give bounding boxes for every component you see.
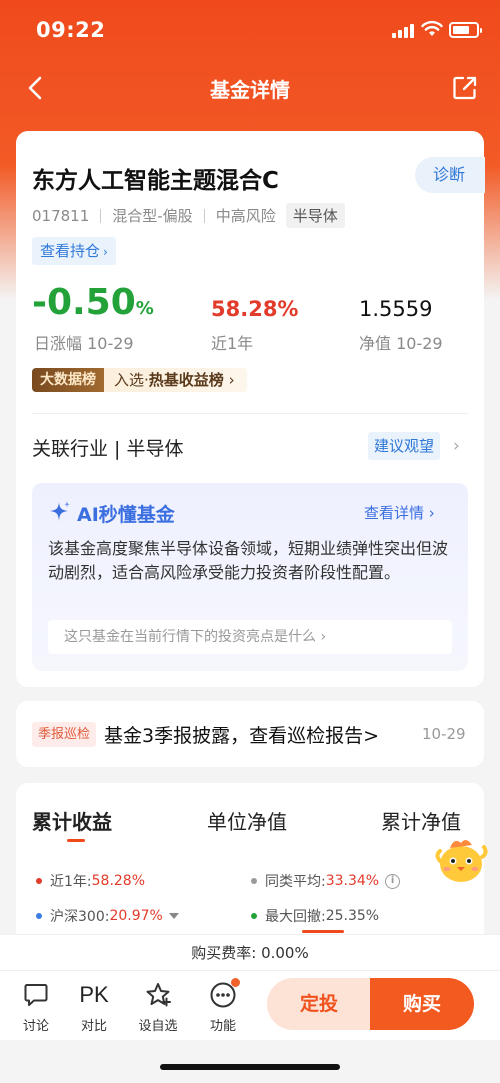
daily-change-number: -0.50	[32, 282, 136, 323]
discussion-button[interactable]: 讨论	[11, 981, 61, 1034]
ai-view-detail-link[interactable]: 查看详情 ›	[364, 502, 435, 523]
ai-question-text: 这只基金在当前行情下的投资亮点是什么	[64, 629, 316, 645]
legend-label: 最大回撤:	[265, 909, 326, 925]
report-date: 10-29	[422, 725, 466, 743]
meta-divider	[100, 208, 102, 223]
status-time: 09:22	[36, 18, 106, 42]
share-icon[interactable]	[452, 75, 478, 101]
ai-title: AI秒懂基金	[77, 504, 175, 526]
legend-dot	[36, 878, 42, 884]
one-year-return-value: 58.28%	[211, 297, 299, 321]
legend-label: 沪深300:	[50, 909, 110, 925]
legend-one-year: 近1年: 58.28%	[36, 871, 145, 891]
battery-icon	[449, 22, 482, 38]
fund-type: 混合型-偏股	[112, 207, 193, 225]
ranking-name: 热基收益榜	[148, 371, 224, 389]
chat-icon	[24, 984, 48, 1006]
auto-invest-button[interactable]: 定投	[267, 978, 371, 1030]
big-data-badge: 大数据榜	[32, 368, 104, 392]
tab-unit-nav[interactable]: 单位净值	[207, 806, 287, 835]
safe-area	[0, 1040, 500, 1083]
legend-peer-average: 同类平均: 33.34% i	[251, 871, 401, 891]
chevron-right-icon: ›	[320, 629, 327, 645]
view-holdings-button[interactable]: 查看持仓 ›	[32, 237, 116, 265]
functions-button[interactable]: 功能	[198, 978, 248, 1034]
tab-cumulative-return[interactable]: 累计收益	[32, 806, 112, 835]
signal-icon	[392, 24, 416, 38]
info-icon[interactable]: i	[385, 873, 401, 889]
legend-value: 33.34%	[325, 873, 380, 889]
fund-name: 东方人工智能主题混合C	[32, 168, 279, 194]
diagnose-button[interactable]: 诊断	[415, 157, 485, 193]
fund-meta: 017811 混合型-偏股 中高风险 半导体	[32, 203, 345, 228]
sparkle-icon	[50, 501, 70, 521]
legend-dot	[251, 913, 257, 919]
daily-change-value: -0.50%	[32, 282, 154, 323]
legend-max-drawdown: 最大回撤: 25.35%	[251, 906, 379, 926]
legend-value: 58.28%	[91, 873, 146, 889]
sector-tag[interactable]: 半导体	[285, 203, 345, 228]
buy-button[interactable]: 购买	[370, 978, 474, 1030]
chevron-right-icon: ›	[103, 245, 108, 259]
legend-label: 近1年:	[50, 874, 92, 890]
fund-risk: 中高风险	[215, 207, 276, 225]
nav-value: 1.5559	[359, 297, 433, 321]
report-tag: 季报巡检	[32, 722, 97, 747]
page-title: 基金详情	[210, 78, 290, 102]
tab-cumulative-nav[interactable]: 累计净值	[381, 806, 461, 835]
meta-divider	[203, 208, 205, 223]
fund-code: 017811	[32, 206, 90, 225]
divider	[32, 413, 468, 414]
pk-icon: PK	[79, 982, 109, 1007]
purchase-fee: 购买费率: 0.00%	[0, 934, 500, 970]
ai-suggested-question[interactable]: 这只基金在当前行情下的投资亮点是什么 ›	[48, 620, 452, 654]
home-indicator	[160, 1064, 340, 1070]
dropdown-arrow-icon[interactable]	[168, 913, 179, 919]
legend-csi300[interactable]: 沪深300: 20.97%	[36, 906, 179, 926]
ranking-banner[interactable]: 大数据榜 入选·热基收益榜 ›	[32, 368, 247, 392]
legend-value: 25.35%	[325, 908, 380, 924]
related-industry[interactable]: 关联行业 | 半导体	[32, 434, 183, 461]
ai-summary-text: 该基金高度聚焦半导体设备领域，短期业绩弹性突出但波动剧烈，适合高风险承受能力投资…	[48, 539, 449, 582]
add-favorite-label: 设自选	[138, 1019, 178, 1034]
compare-label: 对比	[80, 1019, 107, 1034]
legend-value: 20.97%	[109, 908, 163, 924]
ranking-text: 入选·热基收益榜 ›	[104, 368, 247, 392]
chevron-right-icon: ›	[428, 504, 435, 522]
legend-dot	[36, 913, 42, 919]
daily-change-unit: %	[135, 298, 154, 319]
drawdown-marker	[302, 930, 344, 933]
ranking-prefix: 入选·	[114, 371, 149, 389]
wifi-icon	[421, 20, 443, 36]
notification-dot	[231, 978, 240, 987]
discussion-label: 讨论	[22, 1019, 49, 1034]
ai-view-detail-label: 查看详情	[364, 504, 425, 522]
advice-badge[interactable]: 建议观望	[368, 432, 441, 460]
chevron-right-icon[interactable]: ›	[453, 436, 460, 456]
report-text[interactable]: 基金3季报披露，查看巡检报告>	[104, 721, 379, 748]
chevron-right-icon: ›	[223, 371, 235, 389]
daily-change-label: 日涨幅 10-29	[34, 334, 134, 353]
nav-label: 净值 10-29	[359, 334, 443, 353]
view-holdings-label: 查看持仓	[40, 242, 101, 260]
status-bar: 09:22	[0, 0, 500, 60]
functions-label: 功能	[209, 1019, 236, 1034]
legend-label: 同类平均:	[265, 874, 326, 890]
compare-button[interactable]: PK 对比	[69, 981, 119, 1034]
add-favorite-button[interactable]: 设自选	[133, 981, 183, 1034]
one-year-return-label: 近1年	[211, 334, 254, 353]
mascot-icon[interactable]	[434, 833, 488, 885]
legend-dot	[251, 878, 257, 884]
active-tab-indicator	[67, 839, 85, 842]
star-icon	[146, 983, 171, 1007]
